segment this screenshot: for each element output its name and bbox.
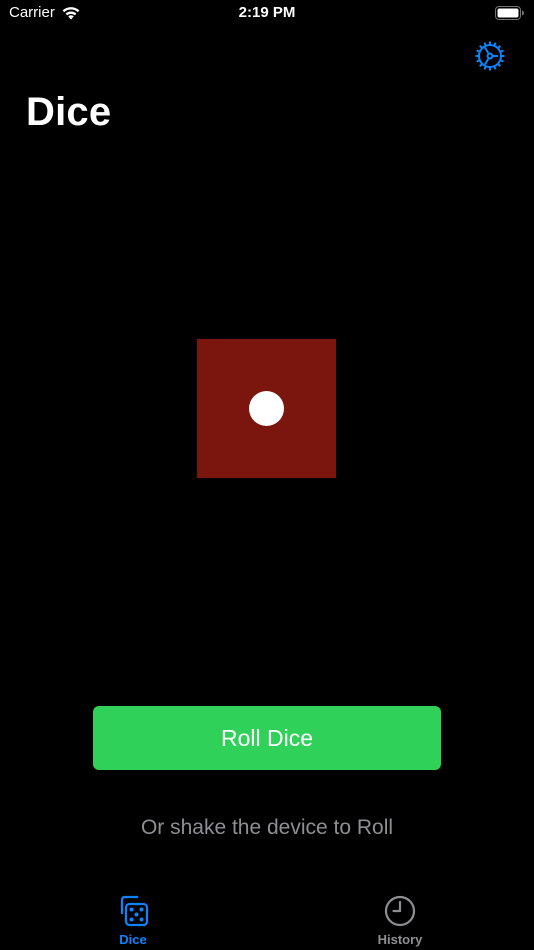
tab-history[interactable]: History — [360, 894, 440, 947]
gear-icon — [475, 41, 505, 71]
clock-icon — [384, 895, 416, 927]
tab-bar: Dice History — [0, 884, 534, 950]
roll-dice-button[interactable]: Roll Dice — [93, 706, 441, 770]
shake-hint: Or shake the device to Roll — [140, 816, 394, 839]
settings-button[interactable] — [472, 38, 508, 74]
tab-dice[interactable]: Dice — [93, 894, 173, 947]
dice-pip — [249, 391, 284, 426]
roll-dice-label: Roll Dice — [220, 724, 314, 751]
tab-history-label: History — [377, 932, 423, 947]
page-title: Dice — [26, 90, 112, 134]
tab-dice-label: Dice — [119, 932, 147, 947]
status-bar: Carrier 2:19 PM — [0, 0, 534, 28]
battery-icon — [495, 6, 524, 20]
dice-icon — [120, 895, 149, 927]
status-time: 2:19 PM — [238, 4, 296, 21]
dice-face[interactable] — [197, 339, 336, 478]
